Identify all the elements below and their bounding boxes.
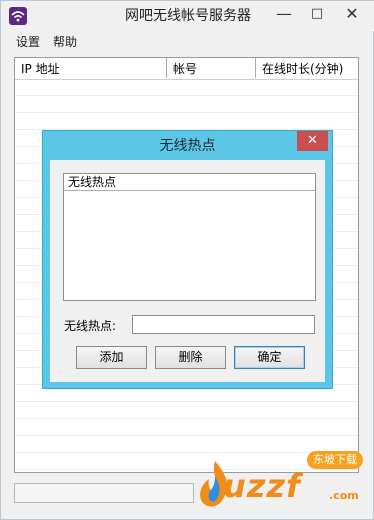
list-header: IP 地址 帐号 在线时长(分钟): [15, 58, 358, 80]
hotspot-dialog: 无线热点 ✕ 无线热点 无线热点: 添加 删除 确定: [42, 130, 333, 389]
minimize-button[interactable]: —: [269, 1, 299, 27]
status-bar: [14, 483, 194, 503]
maximize-button[interactable]: □: [302, 1, 332, 27]
watermark-suffix: .com: [329, 489, 359, 502]
column-header-ip[interactable]: IP 地址: [15, 58, 167, 78]
main-window: 网吧无线帐号服务器 — □ ✕ 设置 帮助 IP 地址 帐号 在线时长(分钟) …: [0, 0, 374, 520]
menu-item-settings[interactable]: 设置: [16, 32, 40, 52]
watermark-text: uzzf: [223, 467, 301, 505]
hotspot-list[interactable]: 无线热点: [63, 173, 316, 301]
site-watermark: 东坡下载 uzzf .com: [197, 445, 371, 517]
dialog-body: 无线热点 无线热点: 添加 删除 确定: [50, 160, 325, 382]
hotspot-list-header[interactable]: 无线热点: [64, 174, 315, 191]
close-button[interactable]: ✕: [331, 1, 373, 27]
watermark-tag: 东坡下载: [307, 451, 363, 469]
hotspot-field-label: 无线热点:: [64, 319, 117, 333]
menu-bar: 设置 帮助: [1, 32, 374, 52]
dialog-close-button[interactable]: ✕: [297, 131, 328, 151]
column-header-online-time[interactable]: 在线时长(分钟): [256, 58, 358, 78]
menu-item-help[interactable]: 帮助: [53, 32, 77, 52]
add-button[interactable]: 添加: [76, 346, 147, 369]
column-header-account[interactable]: 帐号: [167, 58, 256, 78]
dialog-title: 无线热点: [159, 138, 216, 154]
delete-button[interactable]: 删除: [155, 346, 226, 369]
ok-button[interactable]: 确定: [234, 346, 305, 369]
hotspot-input[interactable]: [132, 315, 315, 334]
